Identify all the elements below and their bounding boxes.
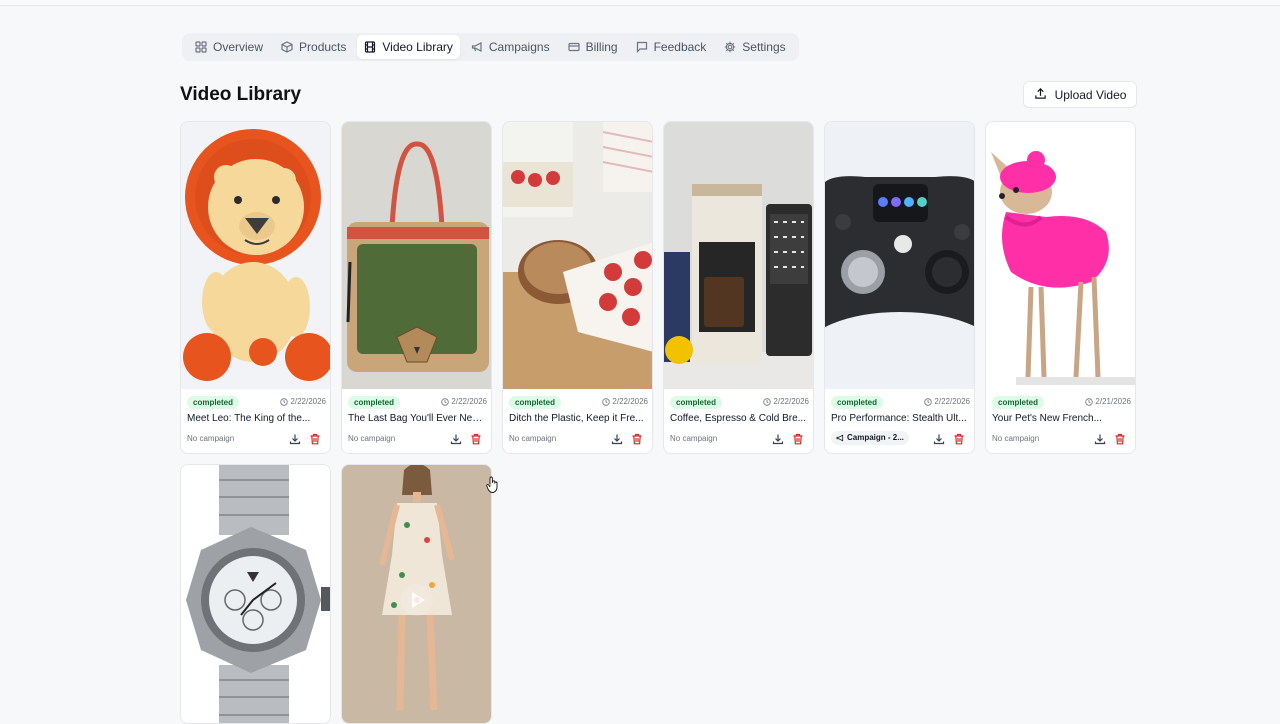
video-card[interactable] — [180, 464, 331, 724]
download-icon[interactable] — [611, 432, 623, 445]
nav-label: Billing — [585, 40, 618, 54]
campaign-label: No campaign — [670, 434, 718, 443]
campaign-badge[interactable]: Campaign - 2... — [831, 431, 909, 445]
nav-label: Products — [299, 40, 347, 54]
clock-icon — [924, 397, 933, 406]
date-text: 2/22/2026 — [451, 397, 487, 406]
video-card[interactable]: completed 2/22/2026 Coffee, Espresso & C… — [663, 121, 814, 454]
box-icon — [281, 41, 293, 53]
status-badge: completed — [348, 396, 401, 409]
video-title: Your Pet's New French... — [992, 413, 1102, 424]
date-label: 2/22/2026 — [924, 397, 970, 406]
download-icon[interactable] — [772, 432, 784, 445]
campaign-label: No campaign — [348, 434, 396, 443]
main-nav: Overview Products Video Library Campaign… — [182, 33, 799, 61]
video-title: Meet Leo: The King of the... — [187, 413, 311, 424]
video-title: Pro Performance: Stealth Ult... — [831, 413, 967, 424]
clock-icon — [602, 397, 611, 406]
video-title: The Last Bag You'll Ever Nee... — [348, 413, 486, 424]
video-card[interactable] — [341, 464, 492, 724]
status-badge: completed — [509, 396, 562, 409]
download-icon[interactable] — [1094, 432, 1106, 445]
date-label: 2/22/2026 — [441, 397, 487, 406]
nav-item-settings[interactable]: Settings — [717, 35, 792, 59]
trash-icon[interactable] — [470, 432, 482, 445]
upload-icon — [1034, 87, 1047, 103]
video-card[interactable]: completed 2/22/2026 The Last Bag You'll … — [341, 121, 492, 454]
video-thumbnail[interactable] — [181, 465, 330, 723]
date-label: 2/22/2026 — [280, 397, 326, 406]
nav-label: Feedback — [653, 40, 707, 54]
campaign-label: No campaign — [992, 434, 1040, 443]
date-text: 2/22/2026 — [773, 397, 809, 406]
page: Overview Products Video Library Campaign… — [0, 0, 1280, 724]
date-text: 2/21/2026 — [1095, 397, 1131, 406]
video-card[interactable]: completed 2/22/2026 Meet Leo: The King o… — [180, 121, 331, 454]
nav-item-feedback[interactable]: Feedback — [629, 35, 714, 59]
video-thumbnail[interactable] — [503, 122, 652, 389]
hand-cursor-icon — [486, 476, 498, 493]
video-title: Coffee, Espresso & Cold Bre... — [670, 413, 806, 424]
credit-card-icon — [567, 41, 580, 53]
status-badge: completed — [992, 396, 1045, 409]
download-icon[interactable] — [289, 432, 301, 445]
campaign-label: No campaign — [187, 434, 235, 443]
video-card[interactable]: completed 2/22/2026 Ditch the Plastic, K… — [502, 121, 653, 454]
trash-icon[interactable] — [1114, 432, 1126, 445]
film-icon — [364, 41, 376, 53]
nav-item-products[interactable]: Products — [274, 35, 353, 59]
message-icon — [636, 41, 648, 53]
date-text: 2/22/2026 — [934, 397, 970, 406]
nav-label: Video Library — [382, 40, 453, 54]
date-label: 2/22/2026 — [763, 397, 809, 406]
date-text: 2/22/2026 — [290, 397, 326, 406]
trash-icon[interactable] — [792, 432, 804, 445]
megaphone-icon — [471, 41, 483, 53]
nav-item-video-library[interactable]: Video Library — [357, 35, 460, 59]
clock-icon — [280, 397, 289, 406]
upload-video-label: Upload Video — [1054, 87, 1127, 102]
download-icon[interactable] — [933, 432, 945, 445]
upload-video-button[interactable]: Upload Video — [1023, 81, 1137, 108]
video-thumbnail[interactable] — [825, 122, 974, 389]
nav-item-campaigns[interactable]: Campaigns — [464, 35, 557, 59]
nav-item-billing[interactable]: Billing — [561, 35, 625, 59]
page-title: Video Library — [180, 84, 302, 105]
trash-icon[interactable] — [631, 432, 643, 445]
date-text: 2/22/2026 — [612, 397, 648, 406]
campaign-label: Campaign - 2... — [847, 433, 904, 442]
video-thumbnail[interactable] — [181, 122, 330, 389]
gear-icon — [724, 41, 736, 53]
date-label: 2/22/2026 — [602, 397, 648, 406]
status-badge: completed — [831, 396, 884, 409]
video-thumbnail[interactable] — [664, 122, 813, 389]
clock-icon — [441, 397, 450, 406]
date-label: 2/21/2026 — [1085, 397, 1131, 406]
video-thumbnail[interactable] — [342, 122, 491, 389]
campaign-label: No campaign — [509, 434, 557, 443]
status-badge: completed — [670, 396, 723, 409]
nav-label: Campaigns — [488, 40, 550, 54]
video-card[interactable]: completed 2/21/2026 Your Pet's New Frenc… — [985, 121, 1136, 454]
trash-icon[interactable] — [953, 432, 965, 445]
nav-item-overview[interactable]: Overview — [188, 35, 270, 59]
megaphone-icon — [836, 434, 844, 442]
nav-label: Settings — [742, 40, 786, 54]
status-badge: completed — [187, 396, 240, 409]
video-card[interactable]: completed 2/22/2026 Pro Performance: Ste… — [824, 121, 975, 454]
clock-icon — [1085, 397, 1094, 406]
video-thumbnail[interactable] — [342, 465, 491, 723]
trash-icon[interactable] — [309, 432, 321, 445]
top-bar — [0, 0, 1280, 6]
download-icon[interactable] — [450, 432, 462, 445]
clock-icon — [763, 397, 772, 406]
grid-icon — [195, 41, 207, 53]
video-thumbnail[interactable] — [986, 122, 1135, 389]
video-title: Ditch the Plastic, Keep it Fre... — [509, 413, 644, 424]
nav-label: Overview — [213, 40, 264, 54]
